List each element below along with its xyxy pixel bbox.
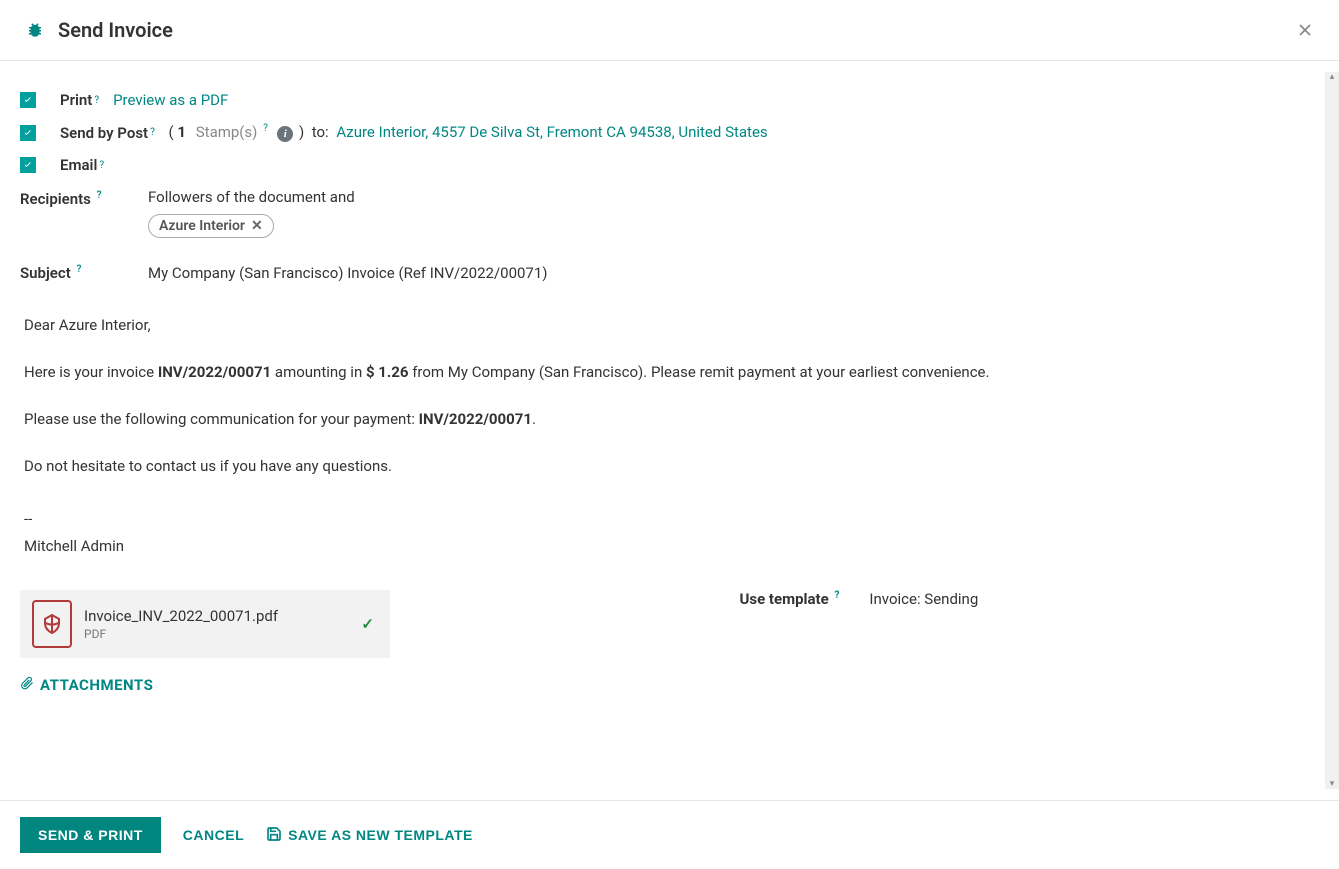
stamp-help-icon[interactable]: ?	[263, 123, 268, 134]
recipient-tag[interactable]: Azure Interior ✕	[148, 214, 274, 238]
signature-separator: --	[24, 506, 1315, 533]
preview-pdf-link[interactable]: Preview as a PDF	[113, 91, 228, 109]
print-checkbox[interactable]	[20, 92, 36, 108]
email-checkbox[interactable]	[20, 157, 36, 173]
recipients-intro: Followers of the document and	[148, 188, 1319, 206]
cancel-button[interactable]: CANCEL	[183, 827, 244, 843]
save-icon	[266, 826, 282, 845]
close-button[interactable]	[1295, 20, 1315, 45]
option-email-row: Email ?	[20, 156, 1319, 174]
modal-body: Print ? Preview as a PDF Send by Post ? …	[0, 61, 1339, 781]
bug-icon	[26, 21, 44, 39]
recipient-tag-label: Azure Interior	[159, 218, 245, 234]
body-line1: Here is your invoice INV/2022/00071 amou…	[24, 359, 1315, 386]
save-template-button[interactable]: SAVE AS NEW TEMPLATE	[266, 826, 473, 845]
signature-name: Mitchell Admin	[24, 533, 1315, 560]
body-line3: Do not hesitate to contact us if you hav…	[24, 453, 1315, 480]
attachments-label: ATTACHMENTS	[40, 676, 153, 694]
attachment-column: Invoice_INV_2022_00071.pdf PDF ✓ ATTACHM…	[20, 590, 670, 694]
recipients-help-icon[interactable]: ?	[97, 190, 102, 201]
stamp-word: Stamp(s)	[196, 123, 258, 141]
to-prefix: to:	[312, 123, 329, 141]
option-post-row: Send by Post ? ( 1 Stamp(s) ? i ) to: Az…	[20, 123, 1319, 142]
modal-title: Send Invoice	[58, 18, 173, 42]
attachments-button[interactable]: ATTACHMENTS	[20, 676, 153, 694]
recipients-row: Recipients ? Followers of the document a…	[20, 188, 1319, 238]
email-label: Email	[60, 156, 97, 174]
post-address-link[interactable]: Azure Interior, 4557 De Silva St, Fremon…	[336, 123, 767, 141]
template-select[interactable]: Invoice: Sending	[869, 590, 978, 608]
body-greeting: Dear Azure Interior,	[24, 312, 1315, 339]
template-label: Use template	[740, 590, 829, 608]
subject-help-icon[interactable]: ?	[76, 264, 81, 275]
stamp-count: 1	[177, 123, 186, 141]
body-line2: Please use the following communication f…	[24, 406, 1315, 433]
template-help-icon[interactable]: ?	[834, 590, 839, 601]
attachment-card[interactable]: Invoice_INV_2022_00071.pdf PDF ✓	[20, 590, 390, 658]
subject-label: Subject	[20, 264, 71, 282]
save-template-label: SAVE AS NEW TEMPLATE	[288, 827, 473, 843]
scrollbar[interactable]	[1325, 72, 1339, 789]
post-checkbox[interactable]	[20, 125, 36, 141]
modal-footer: SEND & PRINT CANCEL SAVE AS NEW TEMPLATE	[0, 800, 1339, 869]
modal-header: Send Invoice	[0, 0, 1339, 61]
recipients-label: Recipients	[20, 190, 91, 208]
post-help-icon[interactable]: ?	[150, 127, 155, 138]
attachment-filename: Invoice_INV_2022_00071.pdf	[84, 607, 278, 625]
template-column: Use template ? Invoice: Sending	[670, 590, 1320, 608]
subject-input[interactable]: My Company (San Francisco) Invoice (Ref …	[148, 264, 548, 282]
email-body[interactable]: Dear Azure Interior, Here is your invoic…	[20, 306, 1319, 566]
attachment-type: PDF	[84, 627, 278, 641]
print-help-icon[interactable]: ?	[94, 95, 99, 106]
bottom-row: Invoice_INV_2022_00071.pdf PDF ✓ ATTACHM…	[20, 590, 1319, 694]
attachment-ok-icon: ✓	[361, 615, 374, 633]
pdf-icon	[32, 600, 72, 648]
option-print-row: Print ? Preview as a PDF	[20, 91, 1319, 109]
print-label: Print	[60, 91, 92, 109]
send-print-button[interactable]: SEND & PRINT	[20, 817, 161, 853]
paperclip-icon	[20, 676, 34, 694]
remove-recipient-icon[interactable]: ✕	[251, 218, 263, 234]
email-help-icon[interactable]: ?	[99, 160, 104, 171]
subject-row: Subject ? My Company (San Francisco) Inv…	[20, 264, 1319, 282]
post-label: Send by Post	[60, 124, 148, 142]
info-icon[interactable]: i	[277, 126, 293, 142]
